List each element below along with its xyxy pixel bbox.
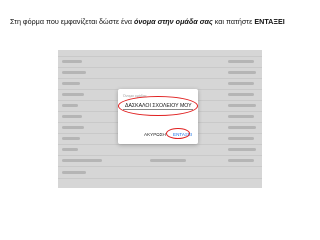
list-divider: [58, 144, 262, 145]
blurred-text: [62, 82, 80, 85]
blurred-text: [62, 93, 84, 96]
blurred-text: [228, 115, 254, 118]
list-divider: [58, 155, 262, 156]
instruction-part-1: Στη φόρμα που εμφανίζεται δώστε ένα: [10, 17, 135, 26]
blurred-text: [62, 126, 84, 129]
blurred-text: [62, 137, 80, 140]
input-highlight-ring: [118, 96, 198, 116]
blurred-text: [228, 126, 256, 129]
blurred-text: [228, 82, 254, 85]
blurred-text: [228, 93, 254, 96]
blurred-text: [228, 137, 254, 140]
blurred-text: [62, 148, 78, 151]
blurred-text: [228, 159, 254, 162]
cancel-button[interactable]: ΑΚΥΡΩΣΗ: [144, 132, 166, 137]
blurred-text: [62, 60, 82, 63]
list-divider: [58, 56, 262, 57]
blurred-text: [228, 148, 256, 151]
list-divider: [58, 178, 262, 179]
blurred-text: [62, 104, 78, 107]
instruction-button-reference: ΕΝΤΑΞΕΙ: [254, 17, 285, 26]
blurred-text: [228, 71, 256, 74]
list-divider: [58, 67, 262, 68]
list-divider: [58, 78, 262, 79]
instruction-part-2: και πατήστε: [212, 17, 255, 26]
blurred-text: [228, 104, 256, 107]
blurred-text: [62, 115, 82, 118]
blurred-text: [62, 159, 102, 162]
list-divider: [58, 166, 262, 167]
blurred-text: [228, 60, 254, 63]
instruction-emphasis: όνομα στην ομάδα σας: [134, 17, 213, 26]
ok-button-highlight-ring: [166, 128, 190, 139]
blurred-text: [62, 71, 86, 74]
blurred-text: [62, 171, 86, 174]
blurred-text: [150, 159, 186, 162]
instruction-text: Στη φόρμα που εμφανίζεται δώστε ένα όνομ…: [10, 17, 310, 26]
